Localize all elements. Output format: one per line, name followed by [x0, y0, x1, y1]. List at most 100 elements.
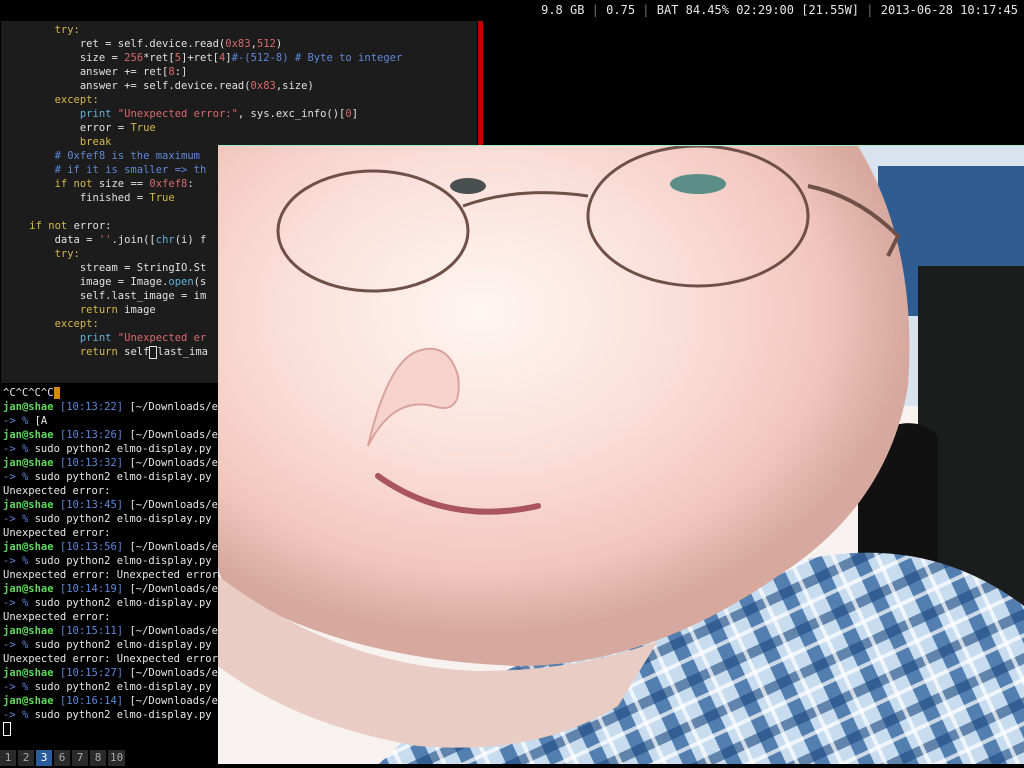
code-token: :	[187, 178, 194, 190]
code-line: answer += ret[8:]	[4, 65, 188, 79]
prompt-user: jan@shae	[3, 499, 54, 511]
code-line: size = 256*ret[5]+ret[4]#-(512-8) # Byte…	[4, 51, 402, 65]
terminal-window[interactable]: ^C^C^C^C jan@shae [10:13:22] [~/Download…	[0, 384, 218, 748]
prompt-path: [~/Downloads/elm	[129, 541, 218, 553]
terminal-prompt-line: jan@shae [10:13:32] [~/Downloads/elm	[3, 456, 218, 470]
code-token: open	[168, 276, 194, 288]
code-token: 0x83	[250, 80, 276, 92]
code-token: finished =	[79, 192, 150, 204]
code-line: ret = self.device.read(0x83,512)	[4, 37, 282, 51]
terminal-command-line: -> % sudo python2 elmo-display.py	[3, 708, 212, 722]
code-token: True	[149, 192, 175, 204]
prompt-arrow: -> %	[3, 709, 35, 721]
prompt-arrow: -> %	[3, 681, 35, 693]
workspace-button-10[interactable]: 10	[108, 750, 126, 766]
code-line: # 0xfef8 is the maximum	[4, 149, 200, 163]
webcam-photo	[218, 146, 1024, 764]
prompt-path: [~/Downloads/elm	[129, 625, 218, 637]
code-token: size ==	[98, 178, 150, 190]
code-line: data = ''.join([chr(i) f	[4, 233, 207, 247]
status-bar: 9.8 GB | 0.75 | BAT 84.45% 02:29:00 [21.…	[0, 0, 1024, 20]
code-token: "Unexpected er	[117, 332, 207, 344]
code-token: #-(512-8) # Byte to integer	[231, 52, 403, 64]
prompt-path: [~/Downloads/elm	[129, 457, 218, 469]
command-text: sudo python2 elmo-display.py	[34, 597, 212, 609]
prompt-arrow: -> %	[3, 555, 35, 567]
code-token: except:	[54, 318, 99, 330]
code-token: break	[79, 136, 112, 148]
prompt-path: [~/Downloads/elm	[129, 667, 218, 679]
code-token: 0xfef8	[149, 178, 188, 190]
code-token: print	[79, 332, 118, 344]
prompt-time: [10:13:56]	[53, 541, 130, 553]
terminal-command-line: -> % sudo python2 elmo-display.py	[3, 596, 212, 610]
command-text: sudo python2 elmo-display.py	[34, 555, 212, 567]
prompt-user: jan@shae	[3, 457, 54, 469]
code-token: try:	[54, 24, 80, 36]
terminal-prompt-line: jan@shae [10:13:56] [~/Downloads/elm	[3, 540, 218, 554]
workspace-button-2[interactable]: 2	[18, 750, 34, 766]
prompt-path: [~/Downloads/elm	[129, 499, 218, 511]
code-token: return	[79, 346, 125, 358]
code-line: self.last_image = im	[4, 289, 206, 303]
code-token: self	[124, 346, 150, 358]
prompt-user: jan@shae	[3, 541, 54, 553]
code-token: stream = StringIO.St	[79, 262, 207, 274]
terminal-prompt-line: jan@shae [10:15:11] [~/Downloads/elm	[3, 624, 218, 638]
terminal-prompt-line: jan@shae [10:13:22] [~/Downloads/elm	[3, 400, 218, 414]
terminal-output-line: Unexpected error:	[3, 485, 111, 497]
workspace-button-8[interactable]: 8	[90, 750, 106, 766]
prompt-arrow: -> %	[3, 415, 35, 427]
code-token: "Unexpected error:"	[117, 108, 238, 120]
terminal-prompt-line: jan@shae [10:15:27] [~/Downloads/elm	[3, 666, 218, 680]
code-token: if not	[29, 220, 74, 232]
workspace-button-3[interactable]: 3	[36, 750, 52, 766]
terminal-interrupt-line: ^C^C^C^C	[3, 386, 60, 400]
code-line: return image	[4, 303, 156, 317]
terminal-prompt-line: jan@shae [10:13:45] [~/Downloads/elm	[3, 498, 218, 512]
workspace-button-6[interactable]: 6	[54, 750, 70, 766]
terminal-command-line: -> % sudo python2 elmo-display.py	[3, 470, 212, 484]
code-token: error =	[79, 122, 131, 134]
code-line: if not error:	[4, 219, 112, 233]
prompt-user: jan@shae	[3, 695, 54, 707]
status-bar-indicators: 9.8 GB | 0.75 | BAT 84.45% 02:29:00 [21.…	[541, 3, 1018, 17]
prompt-user: jan@shae	[3, 429, 54, 441]
code-line: print "Unexpected er	[4, 331, 206, 345]
interrupt-text: ^C^C^C^C	[3, 387, 54, 399]
terminal-output-line: Unexpected error:	[3, 611, 111, 623]
terminal-command-line: -> % [A	[3, 414, 47, 428]
prompt-path: [~/Downloads/elm	[129, 429, 218, 441]
webcam-image-window[interactable]	[218, 145, 1024, 764]
code-token: )	[275, 38, 283, 50]
code-line: answer += self.device.read(0x83,size)	[4, 79, 314, 93]
code-token: print	[79, 108, 118, 120]
code-token: 0x83	[225, 38, 251, 50]
code-line: except:	[4, 93, 99, 107]
code-line: try:	[4, 247, 80, 261]
code-token: :]	[174, 66, 188, 78]
code-line: image = Image.open(s	[4, 275, 206, 289]
code-token: # if it is smaller => th	[54, 164, 207, 176]
workspace-button-7[interactable]: 7	[72, 750, 88, 766]
terminal-input-line[interactable]	[3, 722, 11, 736]
prompt-arrow: -> %	[3, 443, 35, 455]
code-token: self.last_image = im	[79, 290, 207, 302]
prompt-time: [10:13:22]	[53, 401, 130, 413]
code-token: ret = self.device.read(	[79, 38, 226, 50]
terminal-prompt-line: jan@shae [10:16:14] [~/Downloads/elm	[3, 694, 218, 708]
code-token: answer += self.device.read(	[79, 80, 251, 92]
workspace-button-1[interactable]: 1	[0, 750, 16, 766]
prompt-time: [10:16:14]	[53, 695, 130, 707]
command-text: sudo python2 elmo-display.py	[34, 639, 212, 651]
clock: 2013-06-28 10:17:45	[880, 3, 1018, 17]
terminal-command-line: -> % sudo python2 elmo-display.py	[3, 442, 212, 456]
code-token: ,size)	[275, 80, 314, 92]
code-token: if not	[54, 178, 99, 190]
code-token: # 0xfef8 is the maximum	[54, 150, 200, 162]
caret-marker	[53, 387, 60, 399]
terminal-output-line: Unexpected error: Unexpected error:	[3, 569, 218, 581]
command-text: sudo python2 elmo-display.py	[34, 681, 212, 693]
prompt-arrow: -> %	[3, 597, 35, 609]
code-token: error:	[73, 220, 112, 232]
